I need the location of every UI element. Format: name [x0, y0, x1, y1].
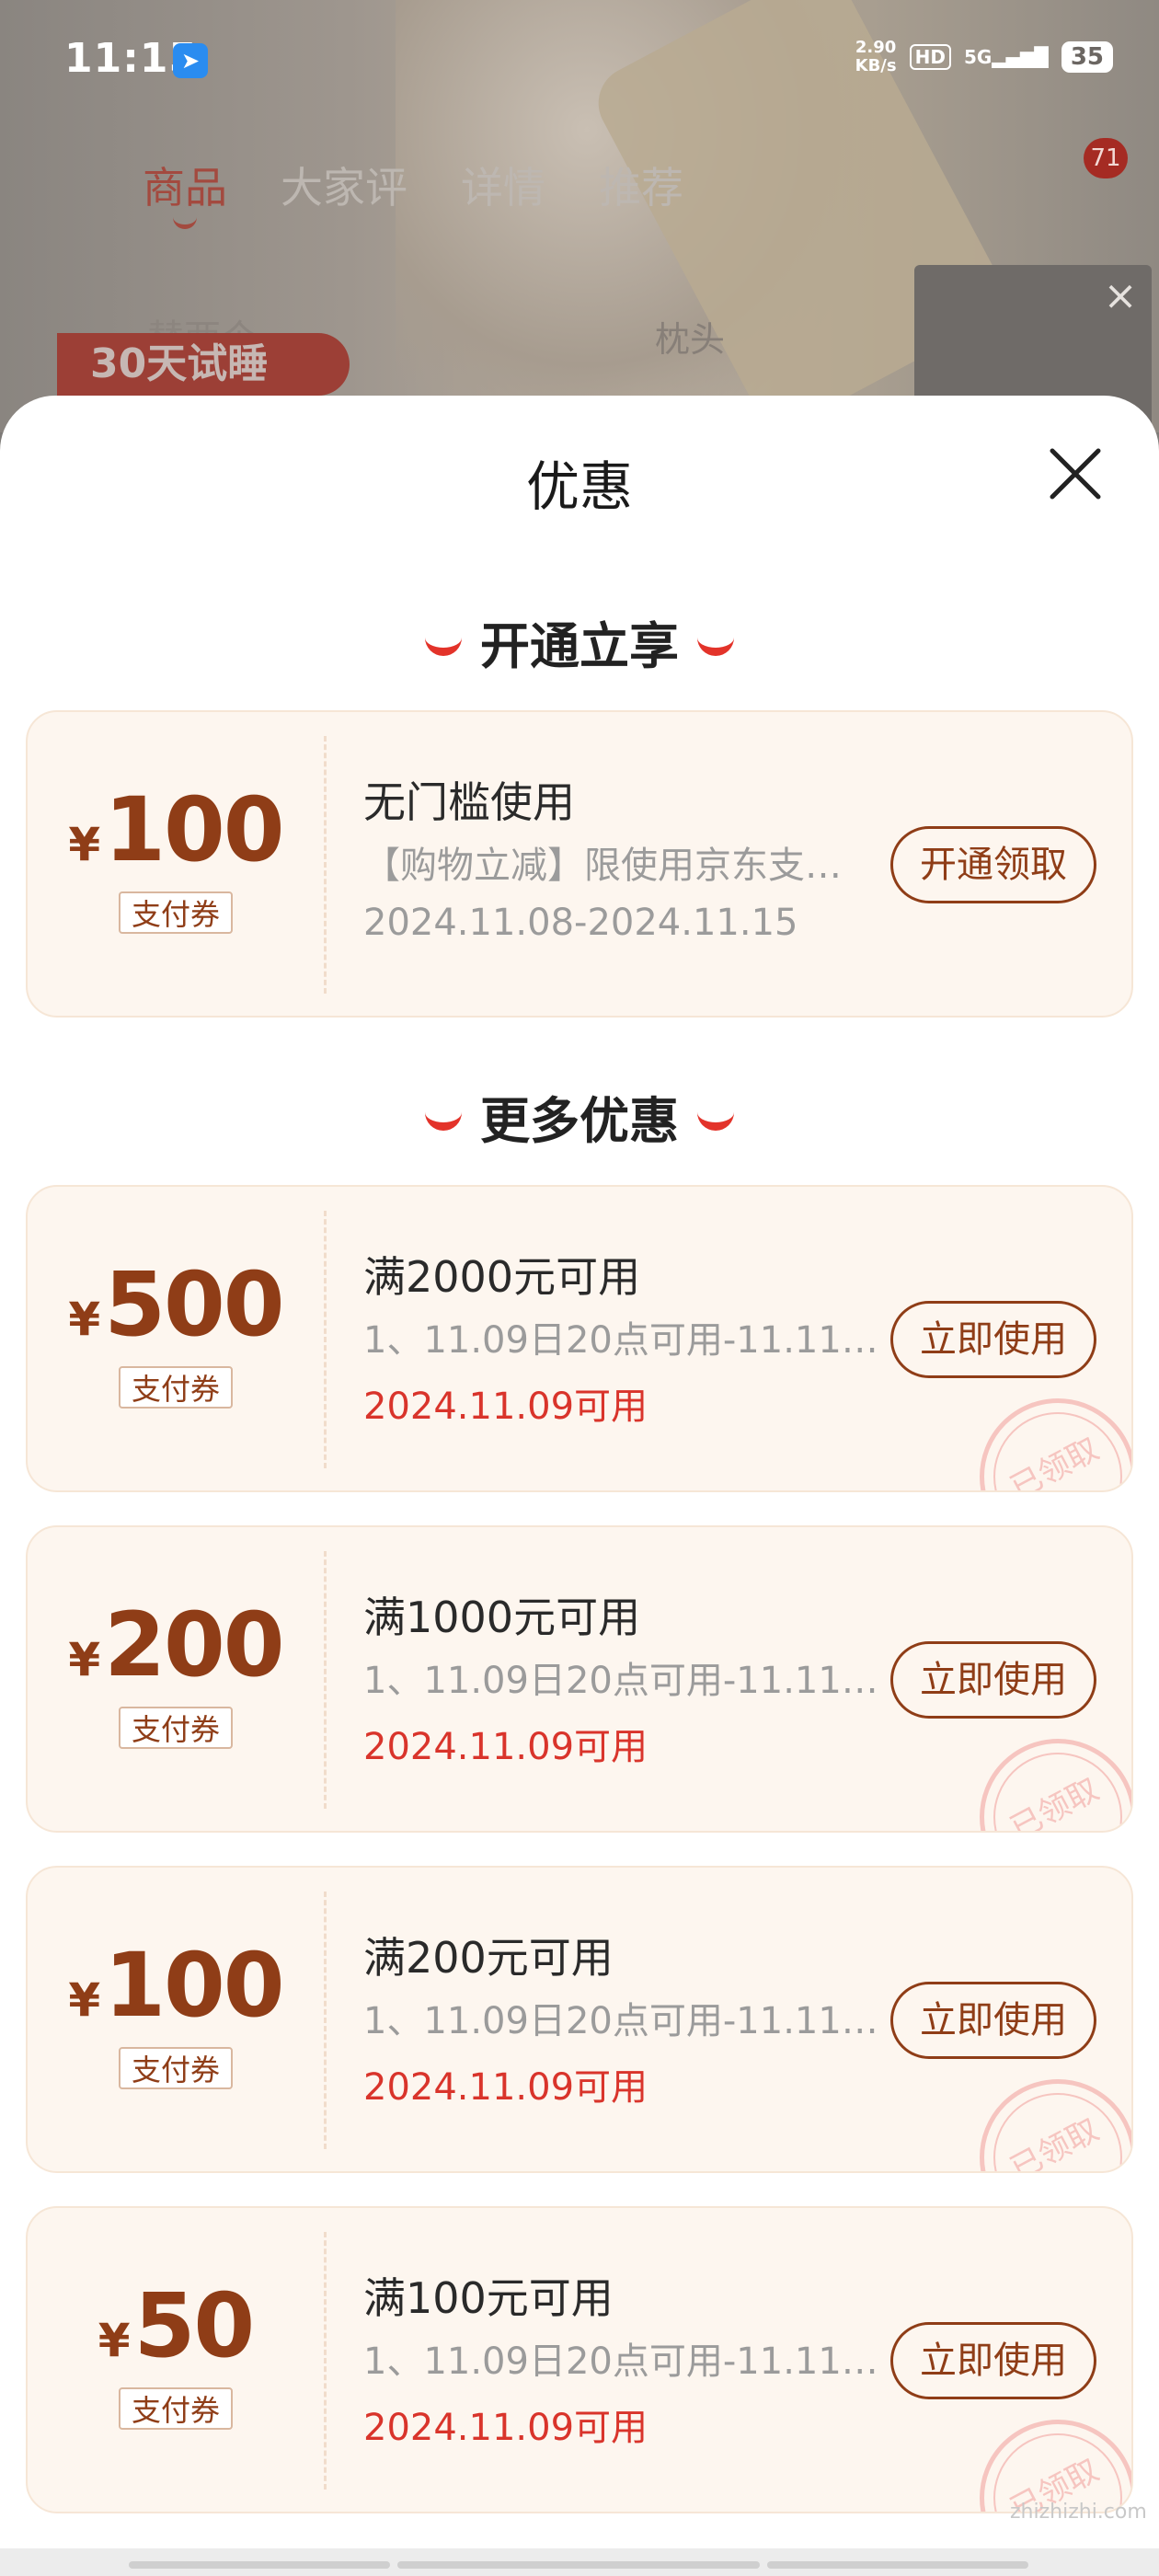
status-bar: 11:15 ➤ 2.90 KB/s HD 5G▂▄▆█ 35: [0, 0, 1159, 120]
notification-app-icon: ➤: [173, 43, 208, 78]
coupon-description: 1、11.09日20点可用-11.11…: [363, 2340, 878, 2383]
coupon-value-area: ¥200 支付券: [28, 1527, 324, 1831]
coupon-title: 无门槛使用: [363, 777, 575, 827]
section-heading-text: 更多优惠: [480, 1092, 679, 1150]
coupon-type-tag: 支付券: [119, 2387, 233, 2430]
signal-label: 5G: [963, 46, 993, 68]
coupon-amount: ¥500: [28, 1253, 324, 1356]
currency-symbol: ¥: [68, 818, 101, 871]
coupon-card: ¥100 支付券 无门槛使用 【购物立减】限使用京东支… 2024.11.08-…: [26, 710, 1133, 1018]
coupon-description: 1、11.09日20点可用-11.11…: [363, 2000, 878, 2042]
claimed-stamp-text: 已领取: [1004, 1770, 1106, 1833]
coupon-amount-value: 50: [133, 2274, 256, 2377]
coupon-sheet: 优惠 开通立享 ¥100 支付券 无门槛使用 【购物立减】限使用京东支… 202…: [0, 396, 1159, 2576]
trial-promo-pill: 30天试睡: [57, 333, 350, 396]
coupon-value-area: ¥500 支付券: [28, 1187, 324, 1490]
tab-details[interactable]: 详情: [461, 155, 545, 215]
currency-symbol: ¥: [68, 1633, 101, 1686]
bottom-scroll-bar: [0, 2548, 1159, 2576]
coupon-card: ¥500 支付券 满2000元可用 1、11.09日20点可用-11.11… 2…: [26, 1185, 1133, 1492]
coupon-type-tag: 支付券: [119, 891, 233, 934]
coupon-type-tag: 支付券: [119, 1707, 233, 1749]
coupon-title: 满100元可用: [363, 2273, 614, 2323]
currency-symbol: ¥: [98, 2314, 131, 2367]
scroll-segment: [129, 2561, 390, 2569]
claimed-stamp: 已领取: [980, 2079, 1131, 2173]
claimed-stamp-text: 已领取: [1004, 2110, 1106, 2173]
claimed-stamp-text: 已领取: [1004, 1430, 1106, 1492]
coupon-title: 满1000元可用: [363, 1593, 641, 1642]
hd-icon: HD: [909, 44, 951, 70]
coupon-date: 2024.11.09可用: [363, 2407, 648, 2449]
coupon-date: 2024.11.09可用: [363, 2066, 648, 2109]
net-speed-unit: KB/s: [855, 56, 897, 75]
watermark: zhizhizhi.com: [1010, 2501, 1147, 2524]
use-now-button[interactable]: 立即使用: [890, 1982, 1096, 2059]
coupon-divider: [324, 1892, 327, 2149]
status-indicators: 2.90 KB/s HD 5G▂▄▆█ 35: [855, 39, 1113, 75]
use-now-button[interactable]: 立即使用: [890, 1301, 1096, 1378]
section-heading: 更多优惠: [0, 1080, 1159, 1153]
coupon-card: ¥200 支付券 满1000元可用 1、11.09日20点可用-11.11… 2…: [26, 1525, 1133, 1833]
smile-icon: [697, 629, 734, 656]
tab-reviews[interactable]: 大家评: [281, 155, 407, 215]
smile-icon: [697, 1104, 734, 1131]
currency-symbol: ¥: [68, 1973, 101, 2027]
coupon-amount-value: 500: [104, 1253, 284, 1356]
close-icon[interactable]: [1047, 445, 1104, 502]
coupon-amount-value: 200: [104, 1593, 284, 1696]
section-heading-text: 开通立享: [480, 617, 679, 675]
sheet-title: 优惠: [525, 455, 633, 518]
close-icon[interactable]: ×: [1093, 269, 1148, 324]
signal-icon: 5G▂▄▆█: [963, 46, 1049, 68]
smile-icon: [425, 629, 462, 656]
claimed-stamp: 已领取: [980, 1398, 1131, 1492]
scroll-segment: [767, 2561, 1028, 2569]
pillow-label: 枕头: [655, 319, 726, 360]
coupon-description: 1、11.09日20点可用-11.11…: [363, 1660, 878, 1702]
use-now-button[interactable]: 立即使用: [890, 2322, 1096, 2399]
coupon-date: 2024.11.09可用: [363, 1386, 648, 1428]
claimed-stamp: 已领取: [980, 2420, 1131, 2512]
coupon-type-tag: 支付券: [119, 2047, 233, 2089]
coupon-divider: [324, 736, 327, 994]
coupon-amount: ¥100: [28, 1934, 324, 2037]
coupon-amount-value: 100: [104, 1934, 284, 2037]
coupon-type-tag: 支付券: [119, 1366, 233, 1409]
use-now-button[interactable]: 立即使用: [890, 1641, 1096, 1719]
coupon-title: 满2000元可用: [363, 1252, 641, 1302]
tab-recommend[interactable]: 推荐: [599, 155, 683, 215]
coupon-divider: [324, 2232, 327, 2490]
section-heading: 开通立享: [0, 605, 1159, 678]
claimed-stamp: 已领取: [980, 1739, 1131, 1833]
coupon-date: 2024.11.08-2024.11.15: [363, 902, 798, 944]
scroll-segment: [397, 2561, 760, 2569]
activate-claim-button[interactable]: 开通领取: [890, 826, 1096, 903]
coupon-amount: ¥50: [28, 2274, 324, 2377]
net-speed-value: 2.90: [855, 38, 897, 57]
coupon-description: 1、11.09日20点可用-11.11…: [363, 1319, 878, 1362]
coupon-date: 2024.11.09可用: [363, 1726, 648, 1768]
currency-symbol: ¥: [68, 1293, 101, 1346]
net-speed: 2.90 KB/s: [855, 39, 897, 75]
coupon-amount: ¥200: [28, 1593, 324, 1696]
product-tabs: 商品 大家评 详情 推荐: [143, 155, 683, 229]
coupon-description: 【购物立减】限使用京东支…: [363, 845, 842, 887]
coupon-divider: [324, 1551, 327, 1809]
coupon-value-area: ¥100 支付券: [28, 712, 324, 1016]
tab-goods[interactable]: 商品: [143, 155, 227, 229]
battery-icon: 35: [1061, 41, 1113, 73]
coupon-value-area: ¥100 支付券: [28, 1868, 324, 2171]
coupon-value-area: ¥50 支付券: [28, 2208, 324, 2512]
coupon-card: ¥100 支付券 满200元可用 1、11.09日20点可用-11.11… 20…: [26, 1866, 1133, 2173]
coupon-title: 满200元可用: [363, 1933, 614, 1983]
coupon-card: ¥50 支付券 满100元可用 1、11.09日20点可用-11.11… 202…: [26, 2206, 1133, 2513]
coupon-divider: [324, 1211, 327, 1468]
smile-icon: [425, 1104, 462, 1131]
cart-count-badge[interactable]: 71: [1084, 138, 1128, 178]
coupon-amount: ¥100: [28, 778, 324, 881]
coupon-amount-value: 100: [104, 778, 284, 881]
